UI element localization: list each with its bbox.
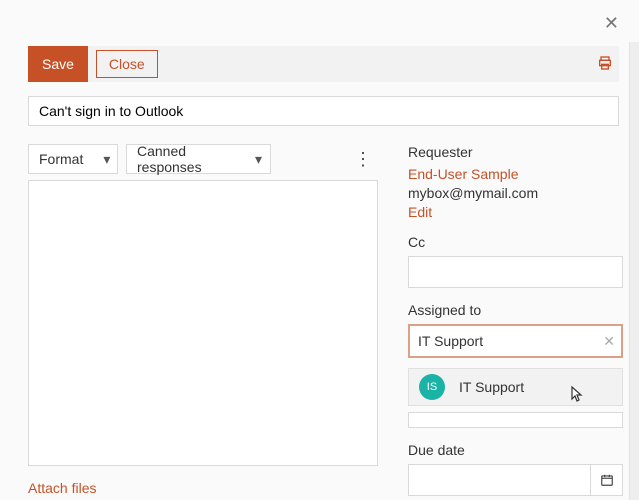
- requester-name-link[interactable]: End-User Sample: [408, 166, 623, 182]
- window-close-icon[interactable]: ✕: [604, 14, 619, 32]
- avatar: IS: [419, 374, 445, 400]
- cc-input[interactable]: [408, 256, 623, 288]
- cursor-icon: [568, 385, 586, 408]
- assigned-suggestions-dropdown: IS IT Support: [408, 368, 623, 406]
- attach-files-link[interactable]: Attach files: [28, 480, 378, 496]
- more-icon[interactable]: ⋮: [348, 150, 378, 168]
- message-body-textarea[interactable]: [28, 180, 378, 466]
- save-button[interactable]: Save: [28, 46, 88, 82]
- assigned-to-label: Assigned to: [408, 302, 623, 318]
- format-select-label: Format: [39, 151, 83, 167]
- below-input[interactable]: [408, 412, 623, 428]
- calendar-icon[interactable]: [591, 464, 623, 496]
- close-button[interactable]: Close: [96, 50, 158, 78]
- due-date-label: Due date: [408, 442, 623, 458]
- due-date-input[interactable]: [408, 464, 591, 496]
- action-toolbar: Save Close: [28, 46, 619, 82]
- canned-select-label: Canned responses: [137, 143, 235, 175]
- editor-toolbar: Format ▾ Canned responses ▾ ⋮: [28, 144, 378, 174]
- assigned-to-input[interactable]: IT Support ✕: [408, 324, 623, 358]
- requester-label: Requester: [408, 144, 623, 160]
- scrollbar-track[interactable]: [629, 42, 639, 500]
- chevron-down-icon: ▾: [103, 151, 110, 168]
- chevron-down-icon: ▾: [255, 151, 262, 168]
- format-select[interactable]: Format ▾: [28, 144, 118, 174]
- assigned-suggestion-item[interactable]: IS IT Support: [408, 368, 623, 406]
- clear-assigned-icon[interactable]: ✕: [603, 333, 615, 350]
- subject-input[interactable]: [28, 96, 619, 126]
- suggestion-label: IT Support: [459, 379, 524, 395]
- requester-email: mybox@mymail.com: [408, 185, 623, 201]
- cc-label: Cc: [408, 234, 623, 250]
- assigned-to-value: IT Support: [418, 333, 483, 349]
- edit-requester-link[interactable]: Edit: [408, 204, 623, 220]
- canned-responses-select[interactable]: Canned responses ▾: [126, 144, 271, 174]
- print-icon[interactable]: [597, 55, 613, 74]
